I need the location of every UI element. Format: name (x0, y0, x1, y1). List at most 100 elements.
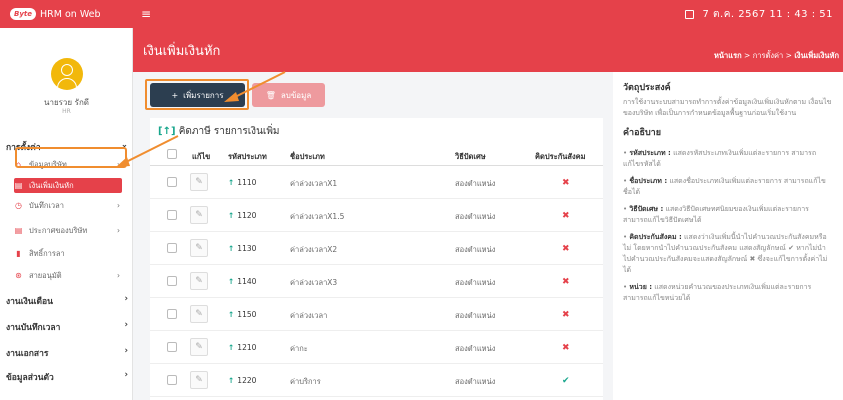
row-name: ค่าล่วงเวลาX1.5 (290, 212, 345, 221)
sidebar-section-documents[interactable]: งานเอกสาร › (6, 346, 128, 360)
sidebar-item-leave-rights[interactable]: ▮ สิทธิ์การลา (14, 246, 122, 261)
sidebar-section-label: งานเงินเดือน (6, 297, 53, 307)
description-item: • ชื่อประเภท : แสดงชื่อประเภทเงินเพิ่มแต… (623, 177, 826, 196)
cross-icon: ✖ (562, 277, 570, 287)
cross-icon: ✖ (562, 211, 570, 221)
page-header: เงินเพิ่มเงินหัก หน้าแรก > การตั้งค่า > … (133, 28, 843, 72)
sidebar-section-payroll[interactable]: งานเงินเดือน › (6, 294, 128, 308)
row-name: ค่าล่วงเวลาX1 (290, 179, 338, 188)
sidebar-section-timekeeping[interactable]: งานบันทึกเวลา › (6, 320, 128, 334)
table-row[interactable]: ✎ ↑ 1110 ค่าล่วงเวลาX1 สองตำแหน่ง ✖ (150, 166, 603, 199)
row-checkbox[interactable] (167, 375, 177, 385)
sidebar-item-label: สายอนุมัติ (29, 270, 62, 280)
sidebar-item-time-record[interactable]: ◷ บันทึกเวลา › (14, 198, 122, 213)
sidebar-section-personal[interactable]: ข้อมูลส่วนตัว › (6, 370, 128, 384)
row-name: ค่ากะ (290, 344, 308, 353)
approval-icon: ⊛ (15, 271, 22, 280)
check-icon: ✔ (562, 376, 570, 386)
row-name: ค่าล่วงเวลาX2 (290, 245, 338, 254)
row-code: ↑ 1220 (228, 376, 257, 385)
select-all-checkbox[interactable] (167, 149, 177, 159)
list-icon: ▤ (14, 181, 23, 190)
sidebar-item-label: เงินเพิ่มเงินหัก (29, 180, 74, 190)
row-checkbox[interactable] (167, 309, 177, 319)
clock: 7 ต.ค. 2567 11 : 43 : 51 (685, 7, 833, 22)
row-rounding: สองตำแหน่ง (455, 377, 496, 386)
list-icon: ▤ (14, 226, 23, 235)
up-arrow-icon: ↑ (228, 310, 235, 319)
delete-button[interactable]: 🗑 ลบข้อมูล (252, 83, 325, 107)
user-role: HR (62, 108, 71, 115)
sidebar-item-label: ข้อมูลบริษัท (29, 159, 67, 169)
table-row[interactable]: ✎ ↑ 1120 ค่าล่วงเวลาX1.5 สองตำแหน่ง ✖ (150, 199, 603, 232)
breadcrumb-home[interactable]: หน้าแรก (714, 51, 742, 60)
hamburger-menu-icon[interactable]: ≡ (141, 7, 151, 21)
sidebar-item-label: บันทึกเวลา (29, 200, 64, 210)
collapse-toggle-icon[interactable]: [↑] (158, 126, 176, 137)
table-row[interactable]: ✎ ↑ 1140 ค่าล่วงเวลาX3 สองตำแหน่ง ✖ (150, 265, 603, 298)
pencil-icon[interactable]: ✎ (190, 272, 208, 290)
description-title: คำอธิบาย (623, 128, 662, 138)
sidebar-section-label: งานเอกสาร (6, 349, 49, 359)
row-checkbox[interactable] (167, 276, 177, 286)
sidebar-section-settings[interactable]: การตั้งค่า ⌄ (6, 140, 128, 154)
cross-icon: ✖ (562, 310, 570, 320)
table-row[interactable]: ✎ ↑ 1150 ค่าล่วงเวลา สองตำแหน่ง ✖ (150, 298, 603, 331)
breadcrumb-settings[interactable]: การตั้งค่า (753, 51, 784, 60)
highlight-box (145, 79, 249, 110)
cross-icon: ✖ (562, 244, 570, 254)
sidebar-section-label: ข้อมูลส่วนตัว (6, 373, 54, 383)
cross-icon: ✖ (562, 343, 570, 353)
description-item: • หน่วย : แสดงหน่วยคำนวณของประเภทเงินเพิ… (623, 283, 812, 302)
description-item: • วิธีปัดเศษ : แสดงวิธีปัดเศษทศนิยมของเง… (623, 205, 809, 224)
column-header-social-security[interactable]: คิดประกันสังคม (535, 151, 586, 163)
up-arrow-icon: ↑ (228, 376, 235, 385)
table-row[interactable]: ✎ ↑ 1220 ค่าบริการ สองตำแหน่ง ✔ (150, 364, 603, 397)
app-title: HRM on Web (40, 8, 101, 20)
row-rounding: สองตำแหน่ง (455, 311, 496, 320)
brand[interactable]: Byte HRM on Web (0, 0, 133, 28)
table-title: [↑] คิดภาษี รายการเงินเพิ่ม (158, 124, 280, 139)
row-rounding: สองตำแหน่ง (455, 278, 496, 287)
info-panel: วัตถุประสงค์ การใช้งานระบบสามารถทำการตั้… (613, 72, 843, 400)
delete-label: ลบข้อมูล (280, 90, 312, 100)
page-title: เงินเพิ่มเงินหัก (143, 44, 221, 59)
column-header-code[interactable]: รหัสประเภท (228, 151, 267, 163)
chevron-right-icon: › (124, 346, 128, 356)
row-checkbox[interactable] (167, 342, 177, 352)
sidebar-item-approval[interactable]: ⊛ สายอนุมัติ › (14, 268, 122, 283)
description-item: • คิดประกันสังคม : แสดงว่าเงินเพิ่มนี้นำ… (623, 233, 828, 274)
table-header: แก้ไข รหัสประเภท ชื่อประเภท วิธีปัดเศษ ค… (150, 144, 603, 166)
breadcrumb: หน้าแรก > การตั้งค่า > เงินเพิ่มเงินหัก (713, 51, 839, 60)
row-name: ค่าล่วงเวลา (290, 311, 328, 320)
pencil-icon[interactable]: ✎ (190, 173, 208, 191)
date-time-text: 7 ต.ค. 2567 11 : 43 : 51 (702, 9, 833, 20)
home-icon: ⌂ (15, 160, 22, 169)
objective-text: การใช้งานระบบสามารถทำการตั้งค่าข้อมูลเงิ… (623, 98, 832, 117)
column-header-name[interactable]: ชื่อประเภท (290, 151, 325, 163)
pencil-icon[interactable]: ✎ (190, 239, 208, 257)
objective-title: วัตถุประสงค์ (623, 83, 671, 93)
table-row[interactable]: ✎ ↑ 1130 ค่าล่วงเวลาX2 สองตำแหน่ง ✖ (150, 232, 603, 265)
pencil-icon[interactable]: ✎ (190, 338, 208, 356)
column-header-edit: แก้ไข (192, 152, 211, 161)
sidebar-item-allowance-deduction[interactable]: ▤ เงินเพิ่มเงินหัก (14, 178, 122, 193)
avatar-icon[interactable] (51, 58, 83, 90)
sidebar-item-announcement[interactable]: ▤ ประกาศของบริษัท › (14, 223, 122, 238)
row-code: ↑ 1130 (228, 244, 257, 253)
doc-icon: ▮ (16, 249, 21, 258)
table-row[interactable]: ✎ ↑ 1210 ค่ากะ สองตำแหน่ง ✖ (150, 331, 603, 364)
sidebar-item-company[interactable]: ⌂ ข้อมูลบริษัท › (14, 157, 122, 172)
chevron-right-icon: › (117, 160, 120, 169)
up-arrow-icon: ↑ (228, 178, 235, 187)
pencil-icon[interactable]: ✎ (190, 206, 208, 224)
row-checkbox[interactable] (167, 177, 177, 187)
pencil-icon[interactable]: ✎ (190, 305, 208, 323)
table-title-text: คิดภาษี รายการเงินเพิ่ม (178, 126, 280, 137)
row-code: ↑ 1210 (228, 343, 257, 352)
pencil-icon[interactable]: ✎ (190, 371, 208, 389)
up-arrow-icon: ↑ (228, 343, 235, 352)
row-checkbox[interactable] (167, 210, 177, 220)
row-checkbox[interactable] (167, 243, 177, 253)
column-header-rounding[interactable]: วิธีปัดเศษ (455, 151, 486, 163)
